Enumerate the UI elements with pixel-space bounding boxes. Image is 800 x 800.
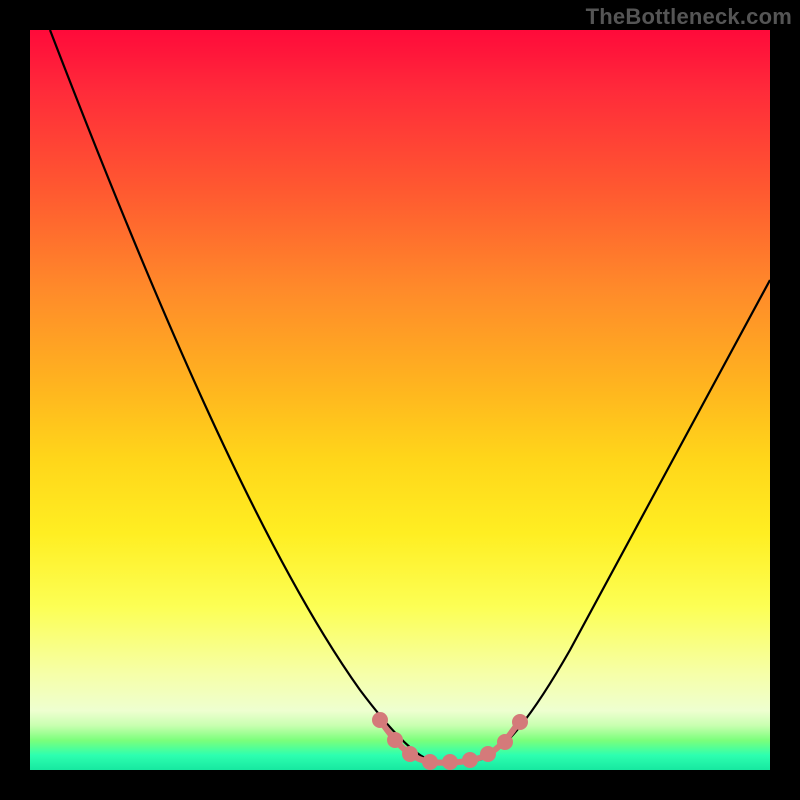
watermark-text: TheBottleneck.com (586, 4, 792, 30)
chart-frame: TheBottleneck.com (0, 0, 800, 800)
highlight-band (375, 715, 525, 767)
curve-layer (30, 30, 770, 770)
bottleneck-curve (50, 30, 770, 763)
plot-area (30, 30, 770, 770)
